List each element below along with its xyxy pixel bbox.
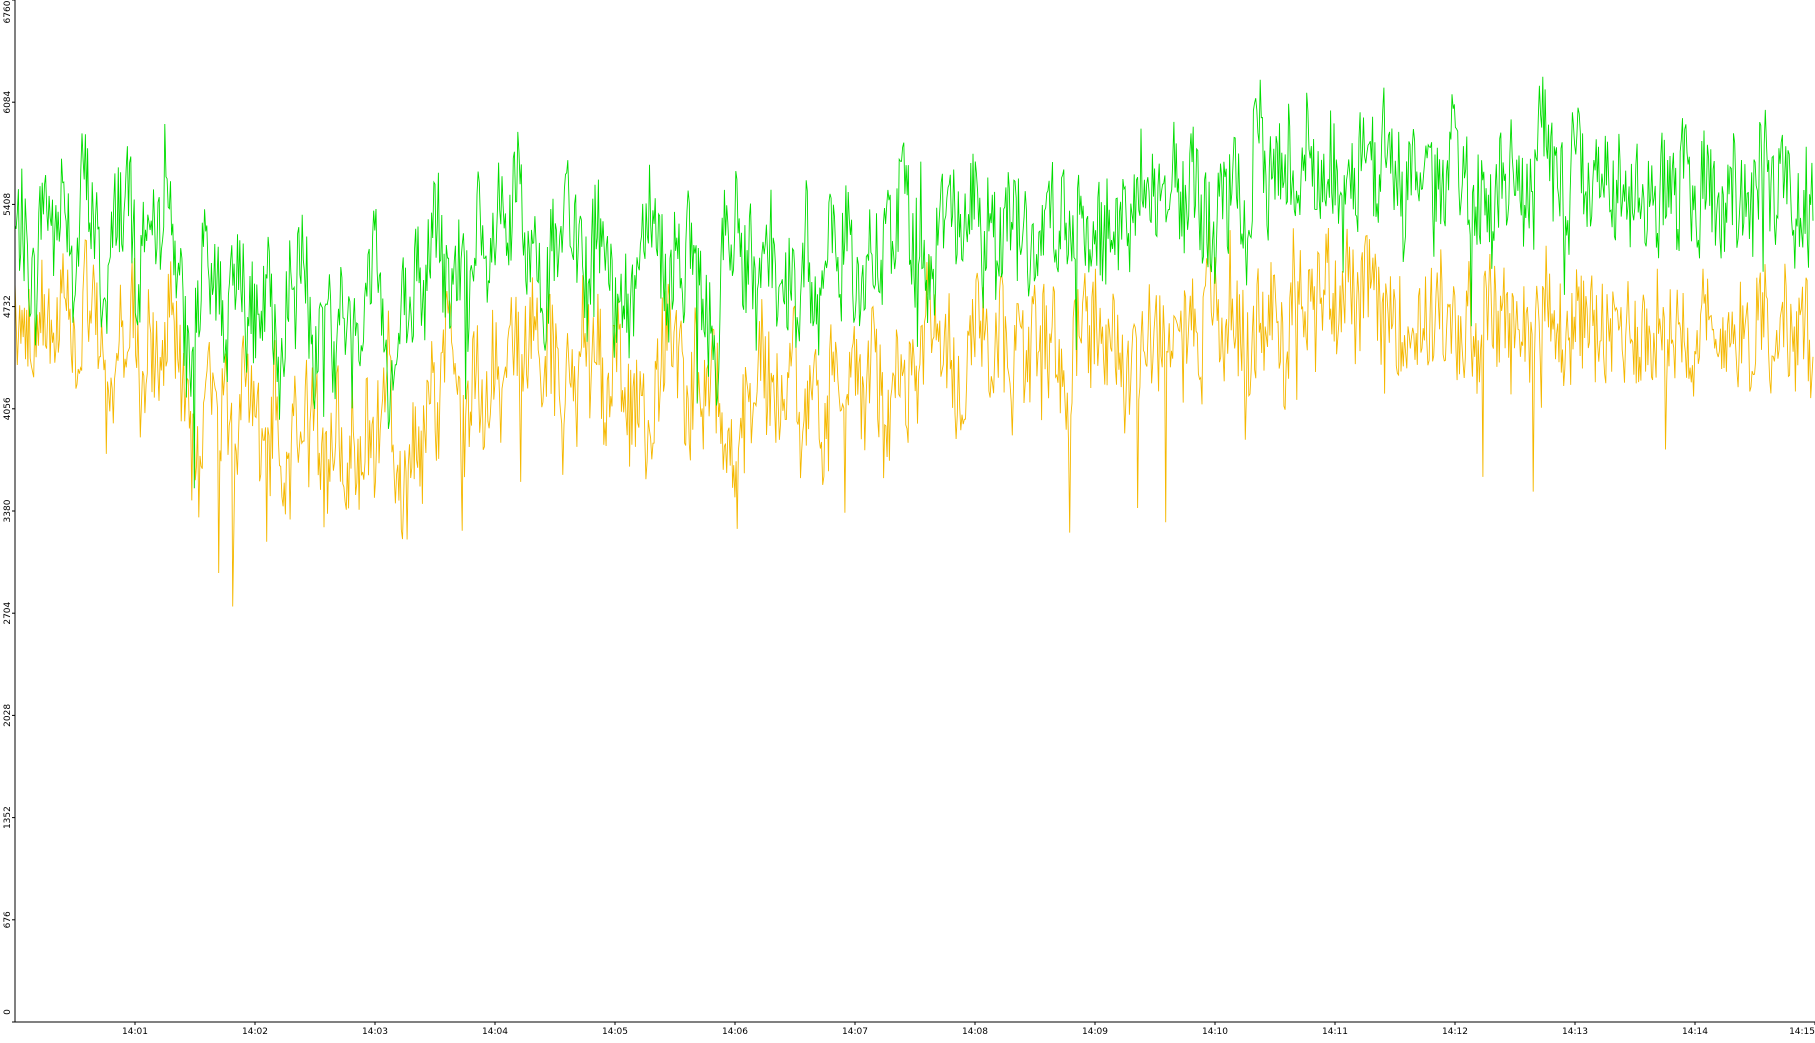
x-tick-label: 14:12 xyxy=(1442,1027,1468,1037)
x-tick-label: 14:08 xyxy=(962,1027,988,1037)
series-layer xyxy=(14,76,1814,607)
x-tick-label: 14:07 xyxy=(842,1027,868,1037)
y-tick-label: 6084 xyxy=(3,90,13,113)
x-tick-label: 14:06 xyxy=(722,1027,748,1037)
y-tick-label: 4732 xyxy=(3,295,13,318)
x-tick-label: 14:10 xyxy=(1202,1027,1228,1037)
y-tick-label: 2704 xyxy=(3,601,13,624)
y-tick-label: 676 xyxy=(3,911,13,928)
y-tick-label: 1352 xyxy=(3,806,13,829)
chart-container: 0 676 1352 2028 2704 3380 4056 4732 5408 6084 6760… xyxy=(0,0,1815,1039)
x-tick-label: 14:13 xyxy=(1562,1027,1588,1037)
y-tick-label: 4056 xyxy=(3,397,13,420)
y-tick-label: 5408 xyxy=(3,193,13,216)
y-tick-label: 6760 xyxy=(3,0,13,23)
x-tick-label: 14:02 xyxy=(242,1027,268,1037)
line-chart: 0 676 1352 2028 2704 3380 4056 4732 5408 6084 6760… xyxy=(3,0,1815,1037)
x-tick-label: 14:15 xyxy=(1789,1027,1815,1037)
x-tick-labels: 14:01 14:02 14:03 14:04 14:05 14:06 14:07 14:08… xyxy=(122,1022,1815,1037)
x-tick-label: 14:04 xyxy=(482,1027,508,1037)
x-tick-label: 14:09 xyxy=(1082,1027,1108,1037)
x-tick-label: 14:01 xyxy=(122,1027,148,1037)
y-tick-label: 2028 xyxy=(3,704,13,727)
y-tick-label: 3380 xyxy=(3,499,13,522)
y-tick-label: 0 xyxy=(3,1009,13,1015)
x-tick-label: 14:11 xyxy=(1322,1027,1348,1037)
y-tick-labels: 0 676 1352 2028 2704 3380 4056 4732 5408 6084 6760 xyxy=(3,0,15,1023)
x-tick-label: 14:14 xyxy=(1682,1027,1708,1037)
series-line-green xyxy=(14,76,1814,489)
x-tick-label: 14:03 xyxy=(362,1027,388,1037)
x-tick-label: 14:05 xyxy=(602,1027,628,1037)
